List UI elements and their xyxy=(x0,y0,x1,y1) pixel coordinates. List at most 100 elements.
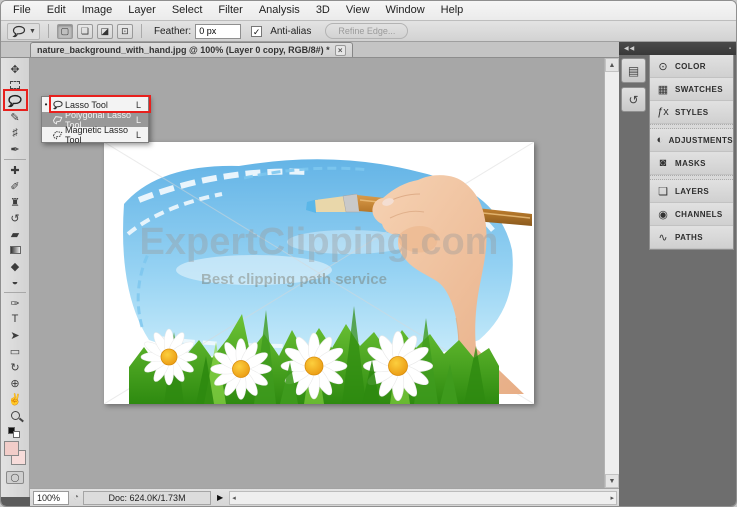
dock-header[interactable]: ◀◀ ▪ xyxy=(619,42,736,55)
eyedropper-tool[interactable]: ✒ xyxy=(3,141,27,157)
hand-tool[interactable]: ✌ xyxy=(3,391,27,407)
panel-label: COLOR xyxy=(675,61,706,71)
panel-button-styles[interactable]: ƒx STYLES xyxy=(650,101,733,124)
path-selection-tool[interactable]: ➤ xyxy=(3,327,27,343)
flyout-shortcut: L xyxy=(136,99,142,110)
canvas-image[interactable]: ExpertClipping.com Best clipping path se… xyxy=(104,142,534,404)
menu-layer[interactable]: Layer xyxy=(120,1,164,20)
layers-panel-icon: ❏ xyxy=(658,185,668,198)
lasso-tool[interactable] xyxy=(3,93,27,109)
scroll-up-icon[interactable]: ▲ xyxy=(605,58,619,72)
vertical-scrollbar[interactable]: ▲ ▼ xyxy=(604,58,619,488)
menu-select[interactable]: Select xyxy=(164,1,211,20)
panel-label: CHANNELS xyxy=(675,209,723,219)
brush-tool[interactable]: ✐ xyxy=(3,178,27,194)
options-separator xyxy=(47,24,49,38)
menu-image[interactable]: Image xyxy=(74,1,121,20)
panel-button-swatches[interactable]: ▦ SWATCHES xyxy=(650,78,733,101)
current-tool-bullet: • xyxy=(44,100,48,109)
gradient-icon xyxy=(9,246,21,254)
close-icon[interactable]: × xyxy=(334,44,346,56)
selection-mode-intersect-button[interactable]: ⊡ xyxy=(116,23,133,39)
polygonal-lasso-icon xyxy=(50,115,65,125)
color-swatches xyxy=(3,441,27,467)
scroll-down-icon[interactable]: ▼ xyxy=(605,474,619,488)
selection-mode-new-button[interactable]: ▢ xyxy=(56,23,73,39)
menu-window[interactable]: Window xyxy=(378,1,433,20)
panel-button-layers[interactable]: ❏ LAYERS xyxy=(650,180,733,203)
document-tab[interactable]: nature_background_with_hand.jpg @ 100% (… xyxy=(30,42,353,57)
tool-palette: ✥ ✎ ♯ ✒ ✚ ✐ ♜ ↺ ▰ ◆ ◒ ✑ T ➤ ▭ ↻ ⊕ ✌ ◯ xyxy=(1,58,30,506)
anti-alias-label: Anti-alias xyxy=(270,25,312,37)
document-tab-title: nature_background_with_hand.jpg @ 100% (… xyxy=(37,45,330,55)
panel-button-color[interactable]: ⊙ COLOR xyxy=(650,55,733,78)
panel-button-column: ⊙ COLOR ▦ SWATCHES ƒx STYLES ◐ ADJUSTMEN… xyxy=(649,55,734,250)
crop-tool[interactable]: ♯ xyxy=(3,125,27,141)
selection-mode-add-button[interactable]: ❏ xyxy=(76,23,93,39)
menu-view[interactable]: View xyxy=(338,1,378,20)
blur-tool[interactable]: ◆ xyxy=(3,258,27,274)
default-colors-icon[interactable] xyxy=(8,427,22,439)
menu-file[interactable]: File xyxy=(5,1,39,20)
horizontal-scrollbar[interactable]: ◂ ▸ xyxy=(229,490,617,505)
panel-button-paths[interactable]: ∿ PATHS xyxy=(650,226,733,249)
feather-input[interactable] xyxy=(195,23,242,39)
flyout-item-magnetic-lasso[interactable]: Magnetic Lasso Tool L xyxy=(42,125,148,145)
move-tool[interactable]: ✥ xyxy=(3,61,27,77)
shape-tool[interactable]: ▭ xyxy=(3,343,27,359)
menu-help[interactable]: Help xyxy=(433,1,472,20)
zoom-tool[interactable] xyxy=(3,407,27,423)
collapse-dock-icon[interactable]: ◀◀ xyxy=(624,45,635,52)
selection-mode-subtract-button[interactable]: ◪ xyxy=(96,23,113,39)
pen-tool[interactable]: ✑ xyxy=(3,295,27,311)
panel-button-masks[interactable]: ◙ MASKS xyxy=(650,152,733,175)
dock-menu-icon[interactable]: ▪ xyxy=(729,46,731,52)
channels-panel-icon: ◉ xyxy=(658,208,668,221)
zoom-level-field[interactable]: 100% xyxy=(33,490,69,505)
menu-3d[interactable]: 3D xyxy=(308,1,338,20)
flyout-shortcut: L xyxy=(136,129,142,140)
options-bar: ▼ ▢ ❏ ◪ ⊡ Feather: ✓ Anti-alias Refine E… xyxy=(1,21,736,42)
status-popup-arrow[interactable]: ▶ xyxy=(215,493,225,502)
foreground-color-swatch[interactable] xyxy=(4,441,19,456)
toolbar-divider xyxy=(4,159,26,160)
menu-filter[interactable]: Filter xyxy=(210,1,250,20)
document-tab-bar: nature_background_with_hand.jpg @ 100% (… xyxy=(1,42,619,58)
panel-button-channels[interactable]: ◉ CHANNELS xyxy=(650,203,733,226)
history-brush-tool[interactable]: ↺ xyxy=(3,210,27,226)
tool-preset-picker[interactable]: ▼ xyxy=(7,22,40,40)
quick-mask-button[interactable]: ◯ xyxy=(6,471,24,484)
eraser-tool[interactable]: ▰ xyxy=(3,226,27,242)
menu-analysis[interactable]: Analysis xyxy=(251,1,308,20)
3d-orbit-tool[interactable]: ⊕ xyxy=(3,375,27,391)
quick-selection-tool[interactable]: ✎ xyxy=(3,109,27,125)
screen-mode-strip[interactable] xyxy=(1,497,30,506)
status-clock-icon: ◔ xyxy=(73,492,80,503)
chevron-down-icon: ▼ xyxy=(29,27,36,35)
3d-rotate-tool[interactable]: ↻ xyxy=(3,359,27,375)
lasso-icon xyxy=(50,100,65,110)
gradient-tool[interactable] xyxy=(3,242,27,258)
healing-brush-tool[interactable]: ✚ xyxy=(3,162,27,178)
clone-stamp-tool[interactable]: ♜ xyxy=(3,194,27,210)
panel-button-adjustments[interactable]: ◐ ADJUSTMENTS xyxy=(650,129,733,152)
options-separator xyxy=(140,24,142,38)
history-panel-icon[interactable]: ↺ xyxy=(621,87,646,112)
panel-label: PATHS xyxy=(675,232,703,242)
anti-alias-checkbox[interactable]: ✓ xyxy=(251,25,263,37)
panel-label: ADJUSTMENTS xyxy=(668,135,733,145)
panel-label: STYLES xyxy=(675,107,709,117)
marquee-tool[interactable] xyxy=(3,77,27,93)
panel-label: MASKS xyxy=(675,158,706,168)
mini-bridge-panel-icon[interactable]: ▤ xyxy=(621,58,646,83)
menu-edit[interactable]: Edit xyxy=(39,1,74,20)
refine-edge-button[interactable]: Refine Edge... xyxy=(325,23,409,39)
scroll-right-icon[interactable]: ▸ xyxy=(610,494,614,502)
document-size-readout: Doc: 624.0K/1.73M xyxy=(83,490,212,505)
dodge-tool[interactable]: ◒ xyxy=(3,274,27,290)
marquee-icon xyxy=(10,81,20,89)
type-tool[interactable]: T xyxy=(3,311,27,327)
scroll-left-icon[interactable]: ◂ xyxy=(232,494,236,502)
watermark-tagline: Best clipping path service xyxy=(201,271,387,288)
toolbar-divider xyxy=(4,292,26,293)
